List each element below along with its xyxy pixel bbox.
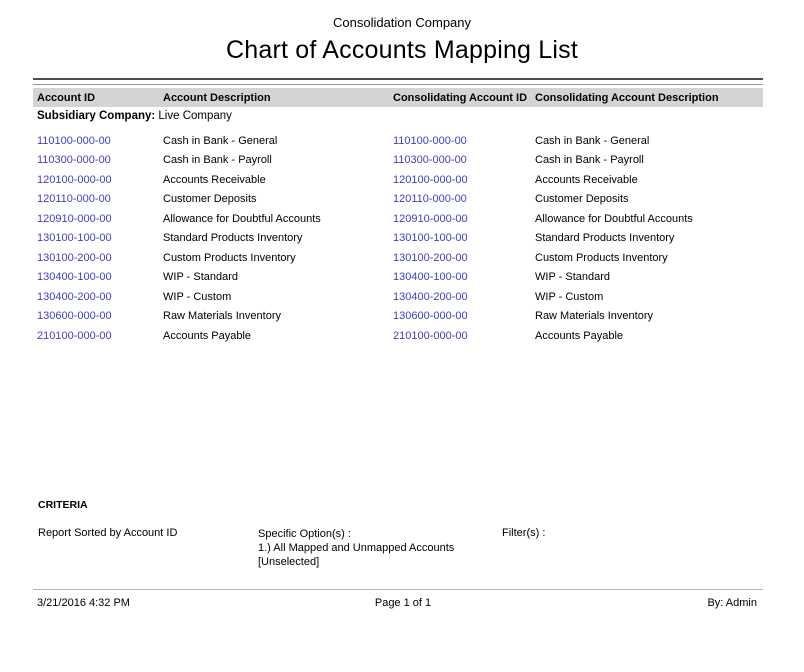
consolidating-account-id-link[interactable]: 120110-000-00 xyxy=(393,193,535,205)
consolidating-account-description: Custom Products Inventory xyxy=(535,252,763,264)
criteria-specific-options: Specific Option(s) : 1.) All Mapped and … xyxy=(258,527,454,569)
criteria-filters-label: Filter(s) : xyxy=(502,527,545,539)
footer-page-number: Page 1 of 1 xyxy=(33,597,773,609)
consolidating-account-id-link[interactable]: 130100-100-00 xyxy=(393,232,535,244)
account-id-link[interactable]: 120910-000-00 xyxy=(37,213,163,225)
consolidating-account-id-link[interactable]: 120910-000-00 xyxy=(393,213,535,225)
consolidating-account-description: Cash in Bank - General xyxy=(535,135,763,147)
consolidating-account-description: Raw Materials Inventory xyxy=(535,310,763,322)
consolidating-account-description: Standard Products Inventory xyxy=(535,232,763,244)
report-title: Chart of Accounts Mapping List xyxy=(0,36,804,65)
consolidating-account-id-link[interactable]: 130600-000-00 xyxy=(393,310,535,322)
table-row: 120100-000-00 Accounts Receivable 120100… xyxy=(33,170,763,190)
consolidating-account-id-link[interactable]: 210100-000-00 xyxy=(393,330,535,342)
account-description: Raw Materials Inventory xyxy=(163,310,393,322)
criteria-heading: CRITERIA xyxy=(38,499,88,511)
account-description: Allowance for Doubtful Accounts xyxy=(163,213,393,225)
consolidating-account-id-link[interactable]: 120100-000-00 xyxy=(393,174,535,186)
subsidiary-company-label: Subsidiary Company: xyxy=(37,110,155,122)
specific-options-label: Specific Option(s) : xyxy=(258,527,454,541)
table-row: 130400-200-00 WIP - Custom 130400-200-00… xyxy=(33,287,763,307)
column-header-account-description: Account Description xyxy=(163,92,393,104)
account-id-link[interactable]: 120100-000-00 xyxy=(37,174,163,186)
table-row: 130100-200-00 Custom Products Inventory … xyxy=(33,248,763,268)
table-body: 110100-000-00 Cash in Bank - General 110… xyxy=(33,131,763,346)
consolidating-account-id-link[interactable]: 110300-000-00 xyxy=(393,154,535,166)
consolidating-account-description: Allowance for Doubtful Accounts xyxy=(535,213,763,225)
account-description: Standard Products Inventory xyxy=(163,232,393,244)
consolidating-account-id-link[interactable]: 130400-100-00 xyxy=(393,271,535,283)
account-id-link[interactable]: 130400-200-00 xyxy=(37,291,163,303)
specific-option-1: 1.) All Mapped and Unmapped Accounts xyxy=(258,541,454,555)
footer-divider xyxy=(33,589,763,590)
account-id-link[interactable]: 130400-100-00 xyxy=(37,271,163,283)
column-header-consolidating-account-id: Consolidating Account ID xyxy=(393,92,535,104)
account-description: Customer Deposits xyxy=(163,193,393,205)
account-id-link[interactable]: 130600-000-00 xyxy=(37,310,163,322)
account-description: WIP - Custom xyxy=(163,291,393,303)
consolidating-account-description: Accounts Payable xyxy=(535,330,763,342)
table-row: 120110-000-00 Customer Deposits 120110-0… xyxy=(33,190,763,210)
consolidating-account-id-link[interactable]: 130100-200-00 xyxy=(393,252,535,264)
account-id-link[interactable]: 130100-100-00 xyxy=(37,232,163,244)
account-description: WIP - Standard xyxy=(163,271,393,283)
account-description: Cash in Bank - Payroll xyxy=(163,154,393,166)
table-row: 120910-000-00 Allowance for Doubtful Acc… xyxy=(33,209,763,229)
consolidating-account-description: WIP - Standard xyxy=(535,271,763,283)
consolidating-account-description: Cash in Bank - Payroll xyxy=(535,154,763,166)
consolidating-account-description: Customer Deposits xyxy=(535,193,763,205)
account-id-link[interactable]: 130100-200-00 xyxy=(37,252,163,264)
account-description: Accounts Receivable xyxy=(163,174,393,186)
consolidating-account-id-link[interactable]: 130400-200-00 xyxy=(393,291,535,303)
column-header-consolidating-account-description: Consolidating Account Description xyxy=(535,92,763,104)
account-id-link[interactable]: 210100-000-00 xyxy=(37,330,163,342)
table-row: 130100-100-00 Standard Products Inventor… xyxy=(33,229,763,249)
company-name: Consolidation Company xyxy=(0,15,804,30)
account-id-link[interactable]: 110300-000-00 xyxy=(37,154,163,166)
column-header-account-id: Account ID xyxy=(37,92,163,104)
account-description: Cash in Bank - General xyxy=(163,135,393,147)
criteria-sorted-by: Report Sorted by Account ID xyxy=(38,527,177,539)
account-id-link[interactable]: 110100-000-00 xyxy=(37,135,163,147)
footer-user: By: Admin xyxy=(707,597,757,609)
subsidiary-company-row: Subsidiary Company: Live Company xyxy=(37,110,232,122)
specific-option-2: [Unselected] xyxy=(258,555,454,569)
report-page: Consolidation Company Chart of Accounts … xyxy=(0,0,804,672)
account-description: Accounts Payable xyxy=(163,330,393,342)
table-row: 110300-000-00 Cash in Bank - Payroll 110… xyxy=(33,151,763,171)
consolidating-account-id-link[interactable]: 110100-000-00 xyxy=(393,135,535,147)
account-description: Custom Products Inventory xyxy=(163,252,393,264)
table-header: Account ID Account Description Consolida… xyxy=(33,88,763,107)
table-row: 110100-000-00 Cash in Bank - General 110… xyxy=(33,131,763,151)
table-row: 210100-000-00 Accounts Payable 210100-00… xyxy=(33,326,763,346)
account-id-link[interactable]: 120110-000-00 xyxy=(37,193,163,205)
subsidiary-company-value: Live Company xyxy=(155,110,232,122)
consolidating-account-description: Accounts Receivable xyxy=(535,174,763,186)
table-row: 130400-100-00 WIP - Standard 130400-100-… xyxy=(33,268,763,288)
title-divider xyxy=(33,78,763,85)
table-row: 130600-000-00 Raw Materials Inventory 13… xyxy=(33,307,763,327)
consolidating-account-description: WIP - Custom xyxy=(535,291,763,303)
